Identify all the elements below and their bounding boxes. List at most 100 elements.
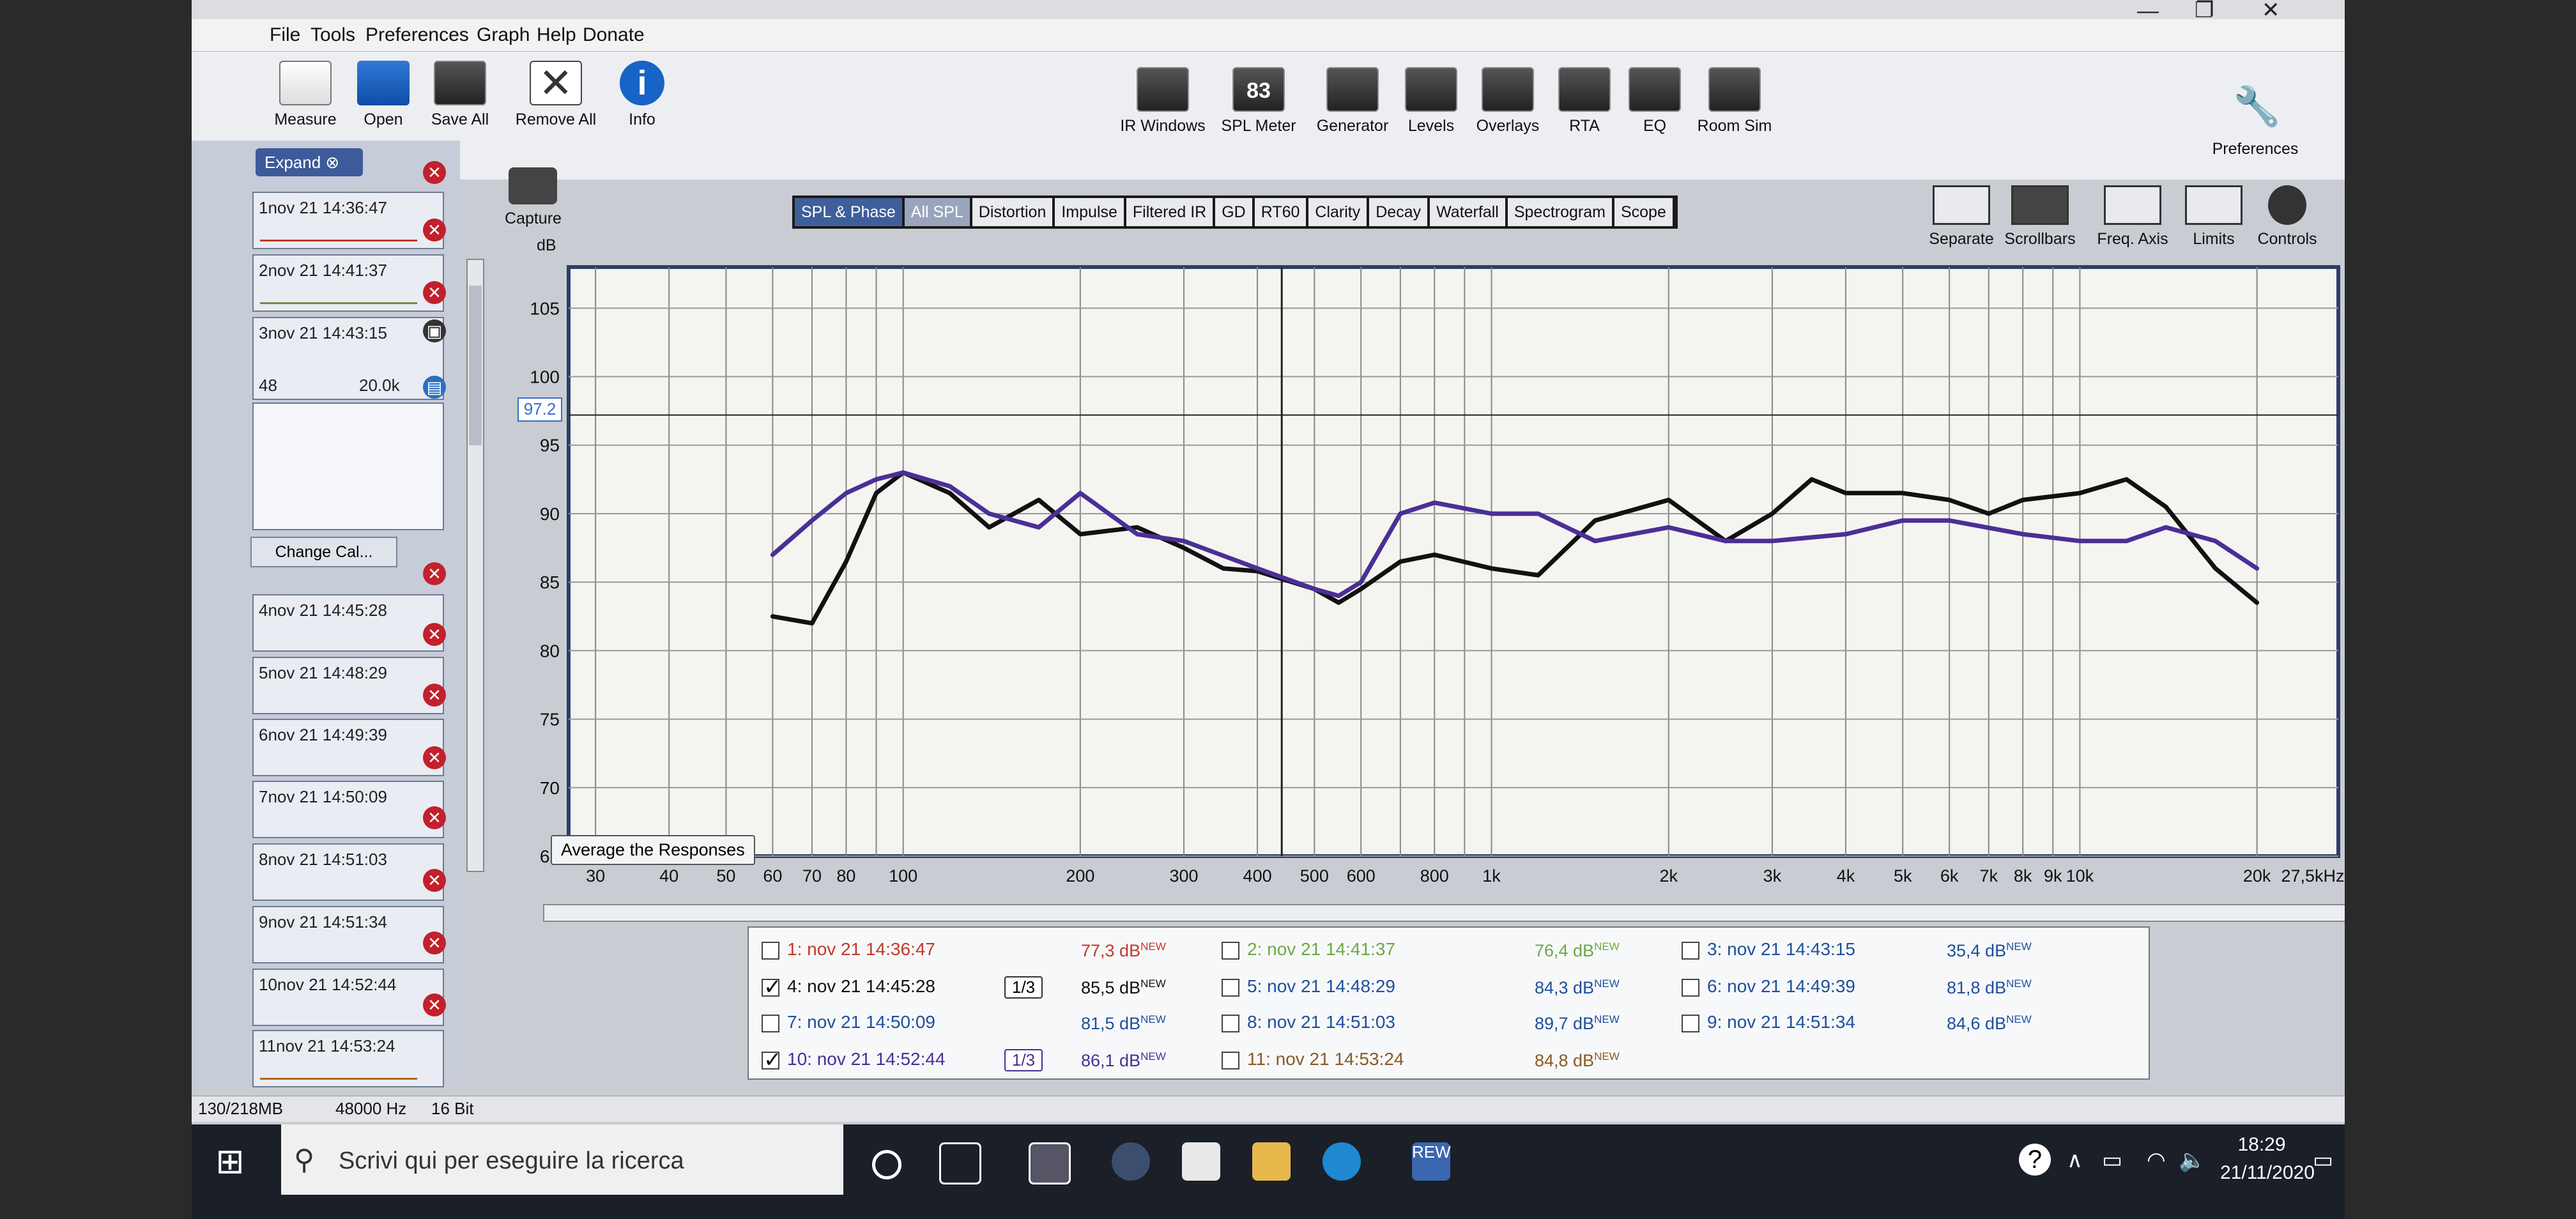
legend-item-9[interactable]: 9: nov 21 14:51:34	[1682, 1012, 1855, 1032]
smoothing-badge[interactable]: 1/3	[1004, 976, 1043, 999]
legend-checkbox[interactable]	[762, 1014, 779, 1032]
x-tick-label: 300	[1169, 866, 1198, 885]
legend-checkbox[interactable]	[1682, 978, 1699, 997]
x-tick-label: 100	[889, 866, 917, 885]
legend-item-3[interactable]: 3: nov 21 14:43:15	[1682, 939, 1855, 960]
x-tick-label: 3k	[1763, 866, 1782, 885]
legend-spl-5: 84,3 dBNEW	[1535, 977, 1620, 997]
y-tick-label: 70	[540, 778, 560, 798]
legend-checkbox[interactable]	[1222, 941, 1239, 960]
y-tick-label: 75	[540, 710, 560, 730]
legend-item-10[interactable]: 10: nov 21 14:52:44	[762, 1047, 946, 1073]
x-tick-label: 5k	[1894, 866, 1912, 885]
cursor-y-readout: 97.2	[518, 397, 562, 422]
search-placeholder: Scrivi qui per eseguire la ricerca	[339, 1147, 684, 1174]
clock-time: 18:29	[2237, 1134, 2286, 1155]
x-tick-label: 2k	[1659, 866, 1678, 885]
app-icon[interactable]	[1112, 1142, 1150, 1181]
legend-spl-6: 81,8 dBNEW	[1947, 977, 2032, 997]
y-tick-label: 95	[540, 436, 560, 456]
legend-checkbox[interactable]	[1682, 941, 1699, 960]
x-tick-label: 80	[836, 866, 855, 885]
x-tick-label: 1k	[1482, 866, 1501, 885]
measurement-item-10[interactable]: 10nov 21 14:52:44	[252, 969, 444, 1026]
rew-taskbar-icon[interactable]: REW	[1412, 1142, 1451, 1181]
x-tick-label: 200	[1066, 866, 1094, 885]
cortana-icon[interactable]	[872, 1150, 901, 1179]
x-tick-label: 50	[716, 866, 735, 885]
x-tick-label: 70	[802, 866, 822, 885]
legend-spl-8: 89,7 dBNEW	[1535, 1013, 1620, 1033]
legend-checkbox[interactable]	[762, 1047, 782, 1073]
legend-item-11[interactable]: 11: nov 21 14:53:24	[1222, 1049, 1404, 1070]
y-tick-label: 85	[540, 572, 560, 592]
measurement-item-11[interactable]: 11nov 21 14:53:24	[252, 1030, 444, 1087]
clock[interactable]: 18:29 21/11/2020	[2220, 1131, 2315, 1187]
legend-spl-1: 77,3 dBNEW	[1081, 940, 1166, 960]
status-bar: 130/218MB 48000 Hz 16 Bit	[192, 1096, 2345, 1122]
help-icon[interactable]: ?	[2019, 1144, 2051, 1176]
legend-item-1[interactable]: 1: nov 21 14:36:47	[762, 939, 935, 960]
x-tick-label: 600	[1347, 866, 1376, 885]
search-icon: ⚲	[294, 1144, 315, 1176]
frequency-scrollbar[interactable]	[543, 904, 2345, 922]
delete-icon[interactable]: ✕	[423, 993, 446, 1016]
x-tick-label: 60	[763, 866, 782, 885]
legend-checkbox[interactable]	[762, 941, 779, 960]
task-view-icon[interactable]	[939, 1142, 981, 1184]
memory-usage: 130/218MB	[198, 1099, 283, 1118]
wifi-icon[interactable]: ◠	[2147, 1147, 2166, 1173]
legend-checkbox[interactable]	[1222, 1014, 1239, 1032]
x-tick-label: 8k	[2014, 866, 2032, 885]
legend-spl-11: 84,8 dBNEW	[1535, 1050, 1620, 1070]
x-tick-label: 4k	[1837, 866, 1855, 885]
store-icon[interactable]	[1182, 1142, 1220, 1181]
notification-icon[interactable]: ▭	[2313, 1147, 2333, 1173]
legend-item-7[interactable]: 7: nov 21 14:50:09	[762, 1012, 935, 1032]
smoothing-badge[interactable]: 1/3	[1004, 1049, 1043, 1071]
legend-item-2[interactable]: 2: nov 21 14:41:37	[1222, 939, 1395, 960]
x-tick-label: 400	[1243, 866, 1272, 885]
clock-date: 21/11/2020	[2220, 1162, 2315, 1183]
legend-checkbox[interactable]	[1222, 978, 1239, 997]
spl-graph[interactable]: 1051009590858075706530 40 50 60 70 80 100 200 30…	[192, 0, 2345, 933]
app-icon[interactable]	[1029, 1142, 1071, 1184]
y-tick-label: 90	[540, 504, 560, 524]
x-tick-label: 500	[1300, 866, 1329, 885]
rew-window: — ❐ ✕ File Tools Preferences Graph Help …	[192, 0, 2345, 1219]
y-tick-label: 105	[530, 298, 560, 318]
volume-icon[interactable]: 🔈	[2179, 1147, 2205, 1173]
chevron-up-icon[interactable]: ∧	[2067, 1147, 2083, 1173]
legend-item-6[interactable]: 6: nov 21 14:49:39	[1682, 976, 1855, 997]
measurement-label: 11nov 21 14:53:24	[259, 1036, 395, 1055]
legend-spl-10: 86,1 dBNEW	[1081, 1050, 1166, 1070]
legend-spl-7: 81,5 dBNEW	[1081, 1013, 1166, 1033]
folder-icon[interactable]	[1252, 1142, 1291, 1181]
legend-checkbox[interactable]	[762, 974, 782, 1000]
y-tick-label: 100	[530, 367, 560, 387]
x-tick-label: 27,5kHz	[2281, 866, 2344, 885]
legend-spl-2: 76,4 dBNEW	[1535, 940, 1620, 960]
legend-spl-9: 84,6 dBNEW	[1947, 1013, 2032, 1033]
legend-item-8[interactable]: 8: nov 21 14:51:03	[1222, 1012, 1395, 1032]
edge-icon[interactable]	[1322, 1142, 1361, 1181]
legend-spl-4: 85,5 dBNEW	[1081, 977, 1166, 997]
windows-start-icon[interactable]: ⊞	[211, 1142, 249, 1181]
battery-icon[interactable]: ▭	[2102, 1147, 2122, 1173]
x-tick-label: 30	[586, 866, 605, 885]
y-tick-label: 80	[540, 641, 560, 661]
legend-checkbox[interactable]	[1682, 1014, 1699, 1032]
x-tick-label: 10k	[2066, 866, 2094, 885]
x-tick-label: 20k	[2243, 866, 2271, 885]
x-tick-label: 40	[659, 866, 678, 885]
windows-taskbar: ⊞ ⚲ Scrivi qui per eseguire la ricerca R…	[192, 1124, 2345, 1219]
legend-checkbox[interactable]	[1222, 1051, 1239, 1070]
legend-item-5[interactable]: 5: nov 21 14:48:29	[1222, 976, 1395, 997]
bit-depth: 16 Bit	[431, 1099, 474, 1118]
legend-item-4[interactable]: 4: nov 21 14:45:28	[762, 974, 935, 1000]
average-responses-button[interactable]: Average the Responses	[551, 835, 755, 865]
x-tick-label: 800	[1420, 866, 1449, 885]
sample-rate: 48000 Hz	[335, 1099, 407, 1118]
delete-icon[interactable]: ✕	[423, 931, 446, 954]
x-tick-label: 9k	[2044, 866, 2062, 885]
